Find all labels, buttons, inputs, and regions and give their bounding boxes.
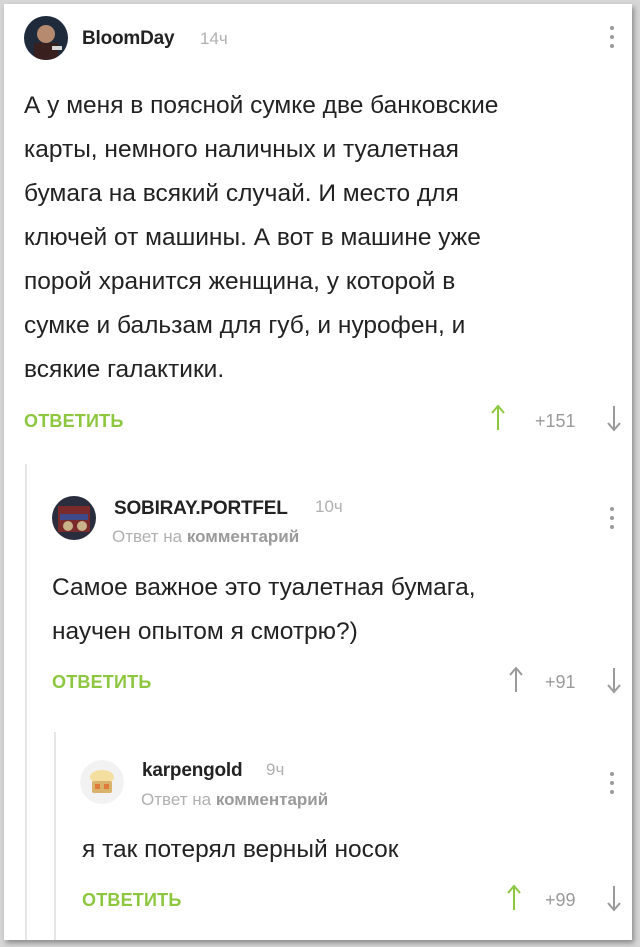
reply-to: Ответ на комментарий [141, 790, 328, 810]
reply-to-link[interactable]: комментарий [187, 527, 299, 546]
reply-button[interactable]: ОТВЕТИТЬ [82, 890, 181, 911]
downvote-arrow-icon[interactable] [606, 884, 622, 912]
comment-2: SOBIRAY.PORTFEL 10ч Ответ на комментарий… [4, 464, 632, 726]
avatar[interactable] [52, 496, 96, 540]
reply-to-link[interactable]: комментарий [216, 790, 328, 809]
comment-3: karpengold 9ч Ответ на комментарий я так… [4, 732, 632, 940]
reply-button[interactable]: ОТВЕТИТЬ [52, 672, 151, 693]
score: +151 [535, 411, 576, 431]
reply-to-prefix: Ответ на [141, 790, 212, 809]
upvote-arrow-icon[interactable] [490, 404, 506, 432]
downvote-arrow-icon[interactable] [606, 666, 622, 694]
score: +99 [545, 890, 576, 910]
timestamp: 10ч [315, 497, 343, 516]
more-menu-icon[interactable] [609, 507, 615, 533]
comment-text: я так потерял верный носок [82, 836, 399, 863]
username[interactable]: BloomDay [82, 28, 175, 50]
reply-button[interactable]: ОТВЕТИТЬ [24, 411, 123, 432]
reply-to-prefix: Ответ на [112, 527, 183, 546]
more-menu-icon[interactable] [609, 772, 615, 798]
username[interactable]: SOBIRAY.PORTFEL [114, 498, 288, 520]
upvote-arrow-icon[interactable] [506, 884, 522, 912]
more-menu-icon[interactable] [609, 26, 615, 52]
comment-text: А у меня в поясной сумке две банковские … [24, 92, 499, 383]
downvote-arrow-icon[interactable] [606, 404, 622, 432]
upvote-arrow-icon[interactable] [508, 666, 524, 694]
timestamp: 9ч [266, 760, 285, 779]
comment-1: BloomDay 14ч А у меня в поясной сумке дв… [4, 4, 632, 454]
reply-to: Ответ на комментарий [112, 527, 299, 547]
score: +91 [545, 672, 576, 692]
username[interactable]: karpengold [142, 760, 243, 782]
avatar[interactable] [80, 760, 124, 804]
comments-frame: BloomDay 14ч А у меня в поясной сумке дв… [4, 4, 632, 940]
comment-text: Самое важное это туалетная бумага, науче… [52, 574, 476, 645]
timestamp: 14ч [200, 29, 228, 48]
avatar[interactable] [24, 16, 68, 60]
